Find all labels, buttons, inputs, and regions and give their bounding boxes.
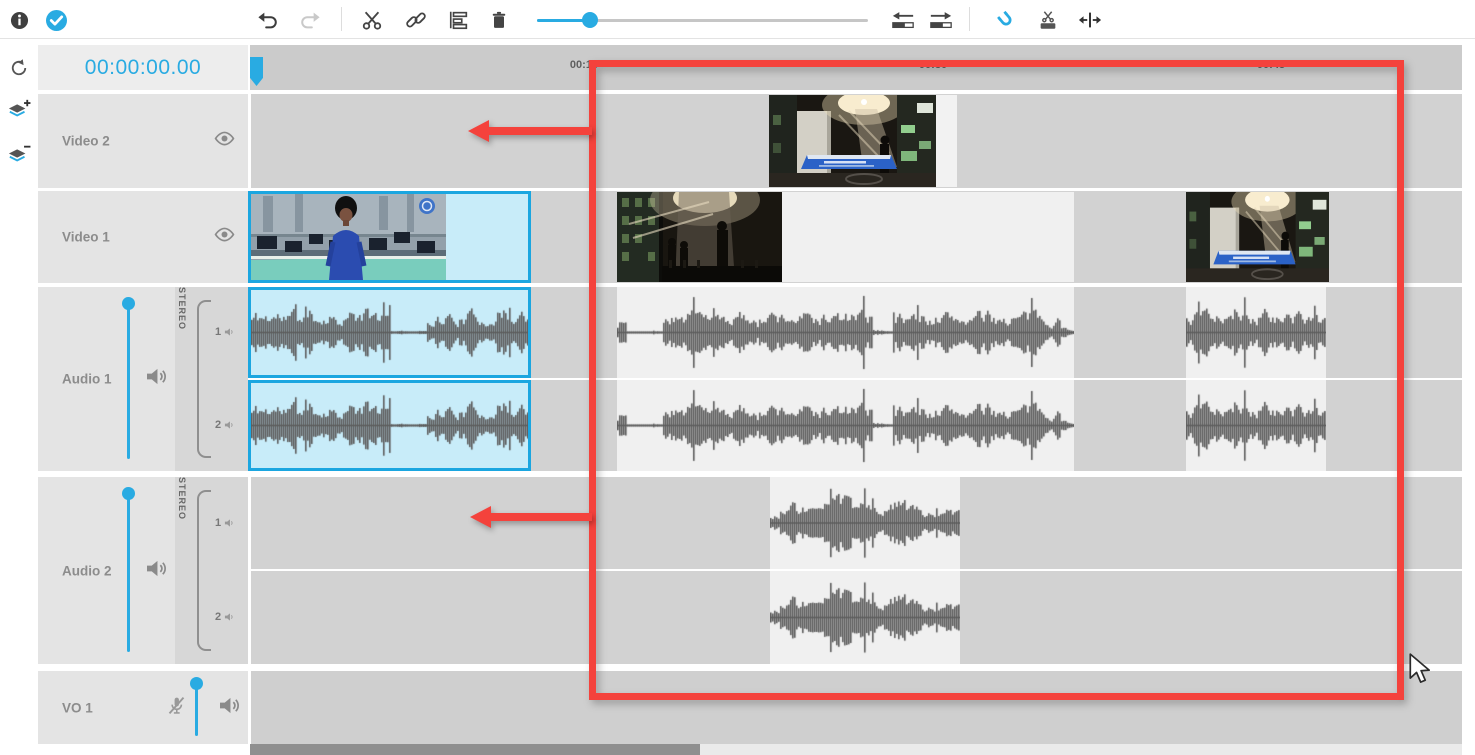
cut-button[interactable] (359, 7, 385, 33)
zoom-slider-handle[interactable] (582, 12, 598, 28)
redo-button[interactable] (297, 7, 323, 33)
horizontal-scrollbar-thumb[interactable] (250, 744, 700, 755)
audio-volume-slider[interactable] (122, 297, 135, 459)
reset-zoom-icon[interactable] (6, 55, 32, 81)
waveform (617, 287, 1074, 378)
track-header-audio-1[interactable]: Audio 1 STEREO 1 2 (38, 287, 248, 471)
left-rail (0, 39, 38, 755)
track-label: Audio 1 (62, 372, 112, 387)
slider-knob[interactable] (122, 297, 135, 310)
clip-thumbnail (1186, 192, 1329, 282)
ruler-mark: 00:15 (570, 59, 598, 71)
audio-clip[interactable] (1186, 287, 1326, 378)
track-header-video-2[interactable]: Video 2 (38, 94, 248, 188)
timecode-display[interactable]: 00:00:00.00 (38, 45, 248, 90)
audio-volume-slider[interactable] (122, 487, 135, 652)
eye-icon[interactable] (213, 227, 236, 247)
audio-clip[interactable] (617, 287, 1074, 378)
waveform (770, 571, 960, 664)
vo-volume-slider[interactable] (190, 677, 203, 736)
clip-thumbnail (617, 192, 782, 282)
track-header-audio-2[interactable]: Audio 2 STEREO 1 2 (38, 477, 248, 664)
waveform (251, 290, 528, 375)
track-label: Video 1 (62, 230, 110, 245)
track-label: VO 1 (62, 700, 93, 715)
speaker-icon[interactable] (145, 367, 168, 391)
toolbar (0, 0, 1475, 39)
slider-line (127, 302, 130, 459)
audio-clip[interactable] (1186, 380, 1326, 471)
eye-icon[interactable] (213, 131, 236, 151)
video-editor-timeline: 00:00:00.00 00:15 00:30 00:45 Video 2 Vi… (0, 0, 1475, 755)
insert-left-button[interactable] (890, 7, 916, 33)
stereo-group: STEREO 1 2 (175, 287, 248, 471)
channel-speaker-icon[interactable] (224, 612, 235, 622)
waveform (1186, 380, 1326, 471)
channel-number: 1 (215, 326, 221, 338)
snap-toggle-button[interactable] (993, 7, 1019, 33)
audio-clip[interactable] (770, 571, 960, 664)
selected-check-icon[interactable] (43, 7, 69, 33)
track-label: Audio 2 (62, 563, 112, 578)
add-track-icon[interactable] (6, 96, 32, 122)
channel-speaker-icon[interactable] (224, 420, 235, 430)
clip-thumbnail (251, 194, 446, 280)
channel-1: 1 (215, 517, 235, 529)
channel-2: 2 (215, 611, 235, 623)
link-button[interactable] (403, 7, 429, 33)
waveform (770, 477, 960, 569)
channel-speaker-icon[interactable] (224, 327, 235, 337)
mic-muted-icon[interactable] (166, 695, 187, 721)
info-icon[interactable] (6, 7, 32, 33)
ruler-mark: 00:45 (1257, 59, 1285, 71)
remove-track-icon[interactable] (6, 141, 32, 167)
toolbar-divider (341, 7, 342, 31)
channel-number: 1 (215, 517, 221, 529)
match-frame-button[interactable] (446, 7, 472, 33)
insert-right-button[interactable] (928, 7, 954, 33)
trim-mode-button[interactable] (1077, 7, 1103, 33)
speaker-icon[interactable] (218, 696, 241, 720)
clip-thumbnail (769, 95, 936, 187)
video-clip[interactable] (1186, 192, 1329, 282)
speaker-icon[interactable] (145, 559, 168, 583)
waveform (617, 380, 1074, 471)
channel-speaker-icon[interactable] (224, 518, 235, 528)
audio-clip[interactable] (617, 380, 1074, 471)
undo-button[interactable] (255, 7, 281, 33)
audio-clip[interactable] (770, 477, 960, 569)
stereo-label: STEREO (177, 287, 187, 471)
lane-vo-1[interactable] (251, 671, 1462, 744)
channel-2: 2 (215, 419, 235, 431)
audio-clip-selected[interactable] (248, 287, 531, 378)
slider-knob[interactable] (122, 487, 135, 500)
video-clip[interactable] (769, 95, 957, 187)
channel-number: 2 (215, 419, 221, 431)
slider-knob[interactable] (190, 677, 203, 690)
delete-button[interactable] (486, 7, 512, 33)
razor-button[interactable] (1035, 7, 1061, 33)
stereo-bracket (197, 300, 211, 458)
audio-clip-selected[interactable] (248, 380, 531, 471)
channel-number: 2 (215, 611, 221, 623)
slider-line (127, 492, 130, 652)
track-header-vo-1[interactable]: VO 1 (38, 671, 248, 744)
slider-line (195, 682, 198, 736)
waveform (251, 383, 528, 468)
ruler-mark: 00:30 (919, 59, 947, 71)
track-label: Video 2 (62, 134, 110, 149)
video-clip-selected[interactable] (248, 191, 531, 283)
channel-1: 1 (215, 326, 235, 338)
stereo-group: STEREO 1 2 (175, 477, 248, 664)
horizontal-scrollbar-track[interactable] (250, 744, 1462, 755)
video-clip[interactable] (617, 192, 1074, 282)
track-header-video-1[interactable]: Video 1 (38, 191, 248, 283)
waveform (1186, 287, 1326, 378)
stereo-label: STEREO (177, 477, 187, 664)
stereo-bracket (197, 490, 211, 651)
toolbar-divider (969, 7, 970, 31)
timeline-ruler[interactable]: 00:15 00:30 00:45 (250, 45, 1462, 90)
